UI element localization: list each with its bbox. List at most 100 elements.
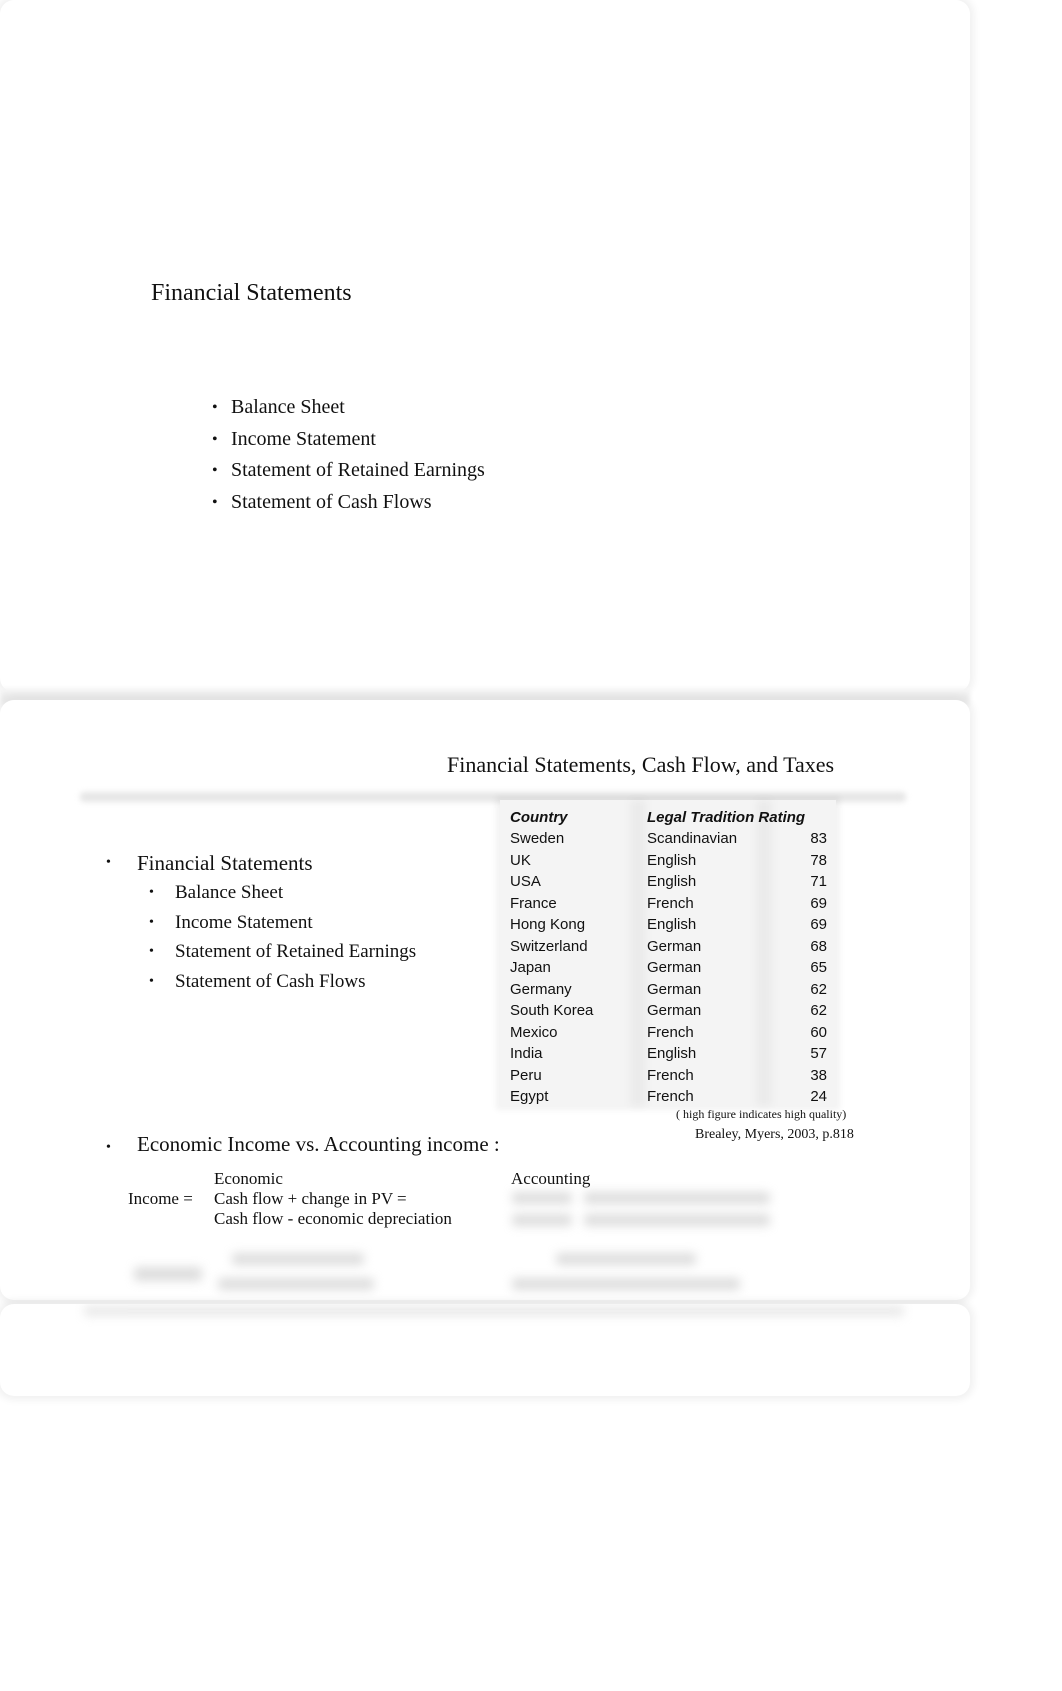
cell-legal-tradition: French (647, 1066, 694, 1084)
table-source: Brealey, Myers, 2003, p.818 (695, 1127, 854, 1142)
cell-country: Switzerland (510, 937, 588, 955)
cell-legal-tradition: English (647, 851, 697, 869)
cell-legal-tradition: French (647, 894, 694, 912)
cell-country: Japan (510, 959, 551, 977)
economic-line: Cash flow + change in PV = (214, 1189, 407, 1208)
blurred-content (512, 1214, 572, 1226)
list-item: • Statement of Cash Flows (212, 487, 485, 519)
bullet-icon: • (149, 973, 154, 989)
bullet-icon: • (149, 914, 154, 930)
table-row: Germany German 62 (510, 979, 827, 1001)
slide-page-2: Financial Statements, Cash Flow, and Tax… (0, 700, 970, 1300)
bullet-icon: • (149, 885, 154, 900)
cell-rating: 83 (810, 830, 827, 848)
bullet-icon: • (212, 399, 218, 416)
bullet-icon: • (212, 493, 218, 511)
blurred-content (512, 1192, 572, 1204)
slide-page-1: Financial Statements • Balance Sheet • Inc… (0, 0, 970, 692)
blurred-content (134, 1267, 202, 1281)
table-row: Hong Kong English 69 (510, 914, 827, 936)
cell-country: South Korea (510, 1002, 594, 1020)
table-header-row: Country Legal Tradition Rating (510, 806, 827, 828)
cell-rating: 24 (810, 1088, 827, 1106)
cell-country: Sweden (510, 830, 565, 848)
cell-legal-tradition: English (647, 916, 697, 934)
cell-legal-tradition: German (647, 937, 702, 955)
bullet-icon: • (106, 855, 111, 870)
cell-rating: 65 (810, 959, 827, 977)
cell-country: UK (510, 851, 531, 869)
blurred-content (584, 1214, 770, 1226)
cell-legal-tradition: German (647, 1002, 702, 1020)
economic-vs-accounting-bullet: • Economic Income vs. Accounting income : (106, 1132, 500, 1156)
cell-country: France (510, 894, 557, 912)
cell-rating: 60 (810, 1023, 827, 1041)
cell-rating: 57 (810, 1045, 827, 1063)
bullet-icon: • (149, 944, 154, 959)
slide-page-3 (0, 1304, 970, 1396)
cell-rating: 68 (810, 937, 827, 955)
header-country: Country (510, 808, 568, 826)
cell-legal-tradition: French (647, 1088, 694, 1106)
table-row: Japan German 65 (510, 957, 827, 979)
cell-legal-tradition: Scandinavian (647, 830, 738, 848)
list-item: • Income Statement (142, 908, 416, 938)
blurred-rule (84, 1306, 904, 1316)
cell-country: USA (510, 873, 541, 891)
cell-country: Mexico (510, 1023, 558, 1041)
table-row: South Korea German 62 (510, 1000, 827, 1022)
accounting-heading: Accounting (511, 1169, 591, 1188)
blurred-content (232, 1253, 364, 1265)
legal-tradition-table-panel: Country Legal Tradition Rating Sweden Sca… (500, 800, 836, 1106)
cell-country: Germany (510, 980, 572, 998)
slide-title: Financial Statements (151, 280, 352, 306)
bullet-icon: • (212, 462, 218, 479)
table-body: Sweden Scandinavian 83 UK English 78 USA Englis… (510, 828, 827, 1108)
cell-country: Peru (510, 1066, 542, 1084)
list-item: • Statement of Cash Flows (142, 967, 416, 997)
blurred-content (512, 1278, 740, 1290)
statement-list: • Balance Sheet • Income Statement • Statem… (212, 392, 485, 518)
table-row: UK English 78 (510, 850, 827, 872)
table-row: Egypt French 24 (510, 1086, 827, 1108)
list-item: • Balance Sheet (212, 392, 485, 424)
header-legal-tradition-rating: Legal Tradition Rating (647, 808, 806, 826)
cell-country: India (510, 1045, 543, 1063)
economic-income-definition: Economic Cash flow + change in PV = Cash… (214, 1169, 452, 1229)
table-row: USA English 71 (510, 871, 827, 893)
economic-heading: Economic (214, 1169, 283, 1188)
bullet-icon: • (106, 1140, 111, 1155)
table-row: Mexico French 60 (510, 1022, 827, 1044)
cell-legal-tradition: German (647, 959, 702, 977)
cell-legal-tradition: English (647, 873, 697, 891)
table-row: Sweden Scandinavian 83 (510, 828, 827, 850)
list-item: • Statement of Retained Earnings (212, 455, 485, 487)
cell-rating: 71 (810, 873, 827, 891)
bullet-icon: • (212, 430, 218, 448)
table-row: France French 69 (510, 893, 827, 915)
cell-country: Hong Kong (510, 916, 586, 934)
slide-title: Financial Statements, Cash Flow, and Tax… (447, 752, 835, 777)
income-label: Income = (128, 1189, 193, 1208)
table-row: India English 57 (510, 1043, 827, 1065)
table-note: ( high figure indicates high quality) (676, 1107, 847, 1121)
cell-legal-tradition: French (647, 1023, 694, 1041)
accounting-income-definition: Accounting (511, 1169, 590, 1189)
legal-tradition-table: Country Legal Tradition Rating Sweden Sca… (510, 806, 827, 1108)
blurred-content (218, 1278, 374, 1290)
cell-rating: 69 (810, 894, 827, 912)
list-item: • Financial Statements • Balance Sheet • I… (106, 848, 416, 996)
list-item: • Income Statement (212, 424, 485, 456)
sub-list: • Balance Sheet • Income Statement • Statem… (142, 878, 416, 996)
list-item: • Balance Sheet (142, 878, 416, 908)
blurred-content (556, 1253, 696, 1265)
cell-rating: 62 (810, 1002, 827, 1020)
cell-rating: 69 (810, 916, 827, 934)
table-row: Switzerland German 68 (510, 936, 827, 958)
cell-legal-tradition: German (647, 980, 702, 998)
cell-rating: 62 (810, 980, 827, 998)
cell-rating: 38 (810, 1066, 827, 1084)
blurred-content (584, 1192, 770, 1204)
economic-line: Cash flow - economic depreciation (214, 1209, 452, 1228)
cell-country: Egypt (510, 1088, 549, 1106)
